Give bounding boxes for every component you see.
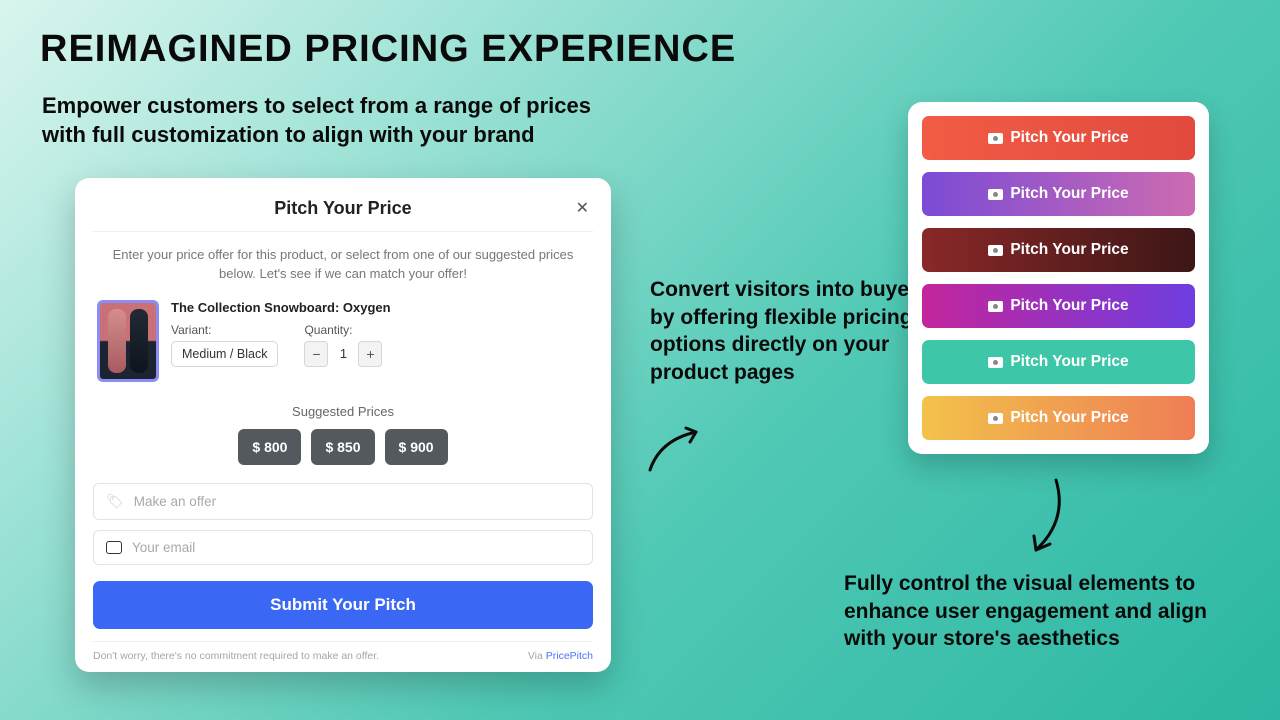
- pitch-button-sample[interactable]: Pitch Your Price: [922, 116, 1195, 160]
- quantity-increment[interactable]: +: [358, 341, 382, 367]
- pitch-button-sample[interactable]: Pitch Your Price: [922, 284, 1195, 328]
- offer-input[interactable]: Make an offer: [93, 483, 593, 520]
- footnote: Don't worry, there's no commitment requi…: [93, 650, 379, 662]
- modal-footer: Don't worry, there's no commitment requi…: [93, 641, 593, 662]
- suggested-price[interactable]: $ 800: [238, 429, 301, 465]
- modal-header: Pitch Your Price ✕: [93, 192, 593, 232]
- arrow-icon: [1016, 474, 1076, 564]
- cash-icon: [988, 189, 1003, 200]
- pitch-button-sample[interactable]: Pitch Your Price: [922, 228, 1195, 272]
- subheadline: Empower customers to select from a range…: [42, 92, 591, 149]
- via-credit: Via PricePitch: [528, 650, 593, 662]
- product-meta: The Collection Snowboard: Oxygen Variant…: [171, 300, 589, 382]
- pitch-modal: Pitch Your Price ✕ Enter your price offe…: [75, 178, 611, 672]
- cash-icon: [988, 133, 1003, 144]
- modal-title: Pitch Your Price: [274, 198, 411, 219]
- arrow-icon: [642, 418, 712, 488]
- email-input[interactable]: Your email: [93, 530, 593, 565]
- pitch-button-sample[interactable]: Pitch Your Price: [922, 396, 1195, 440]
- cash-icon: [988, 357, 1003, 368]
- variant-label: Variant:: [171, 323, 278, 337]
- offer-placeholder: Make an offer: [134, 494, 216, 509]
- quantity-stepper: − 1 +: [304, 341, 382, 367]
- product-thumbnail[interactable]: [97, 300, 159, 382]
- modal-description: Enter your price offer for this product,…: [93, 232, 593, 300]
- mid-caption: Convert visitors into buyers by offering…: [650, 276, 950, 387]
- suggested-prices-label: Suggested Prices: [93, 404, 593, 419]
- tag-icon: [106, 493, 124, 510]
- suggested-price[interactable]: $ 900: [385, 429, 448, 465]
- lower-caption: Fully control the visual elements to enh…: [844, 570, 1254, 653]
- submit-button[interactable]: Submit Your Pitch: [93, 581, 593, 629]
- product-name: The Collection Snowboard: Oxygen: [171, 300, 589, 315]
- pricepitch-link[interactable]: PricePitch: [546, 650, 593, 662]
- pitch-button-sample[interactable]: Pitch Your Price: [922, 340, 1195, 384]
- close-icon[interactable]: ✕: [576, 198, 589, 218]
- suggested-price[interactable]: $ 850: [311, 429, 374, 465]
- quantity-value: 1: [328, 346, 358, 361]
- headline: REIMAGINED PRICING EXPERIENCE: [40, 28, 736, 71]
- button-style-gallery: Pitch Your Price Pitch Your Price Pitch …: [908, 102, 1209, 454]
- pitch-button-sample[interactable]: Pitch Your Price: [922, 172, 1195, 216]
- cash-icon: [988, 301, 1003, 312]
- email-placeholder: Your email: [132, 540, 195, 555]
- mail-icon: [106, 541, 122, 554]
- quantity-label: Quantity:: [304, 323, 382, 337]
- suggested-prices-row: $ 800 $ 850 $ 900: [93, 429, 593, 465]
- product-row: The Collection Snowboard: Oxygen Variant…: [93, 300, 593, 382]
- cash-icon: [988, 413, 1003, 424]
- variant-select[interactable]: Medium / Black: [171, 341, 278, 367]
- cash-icon: [988, 245, 1003, 256]
- quantity-decrement[interactable]: −: [304, 341, 328, 367]
